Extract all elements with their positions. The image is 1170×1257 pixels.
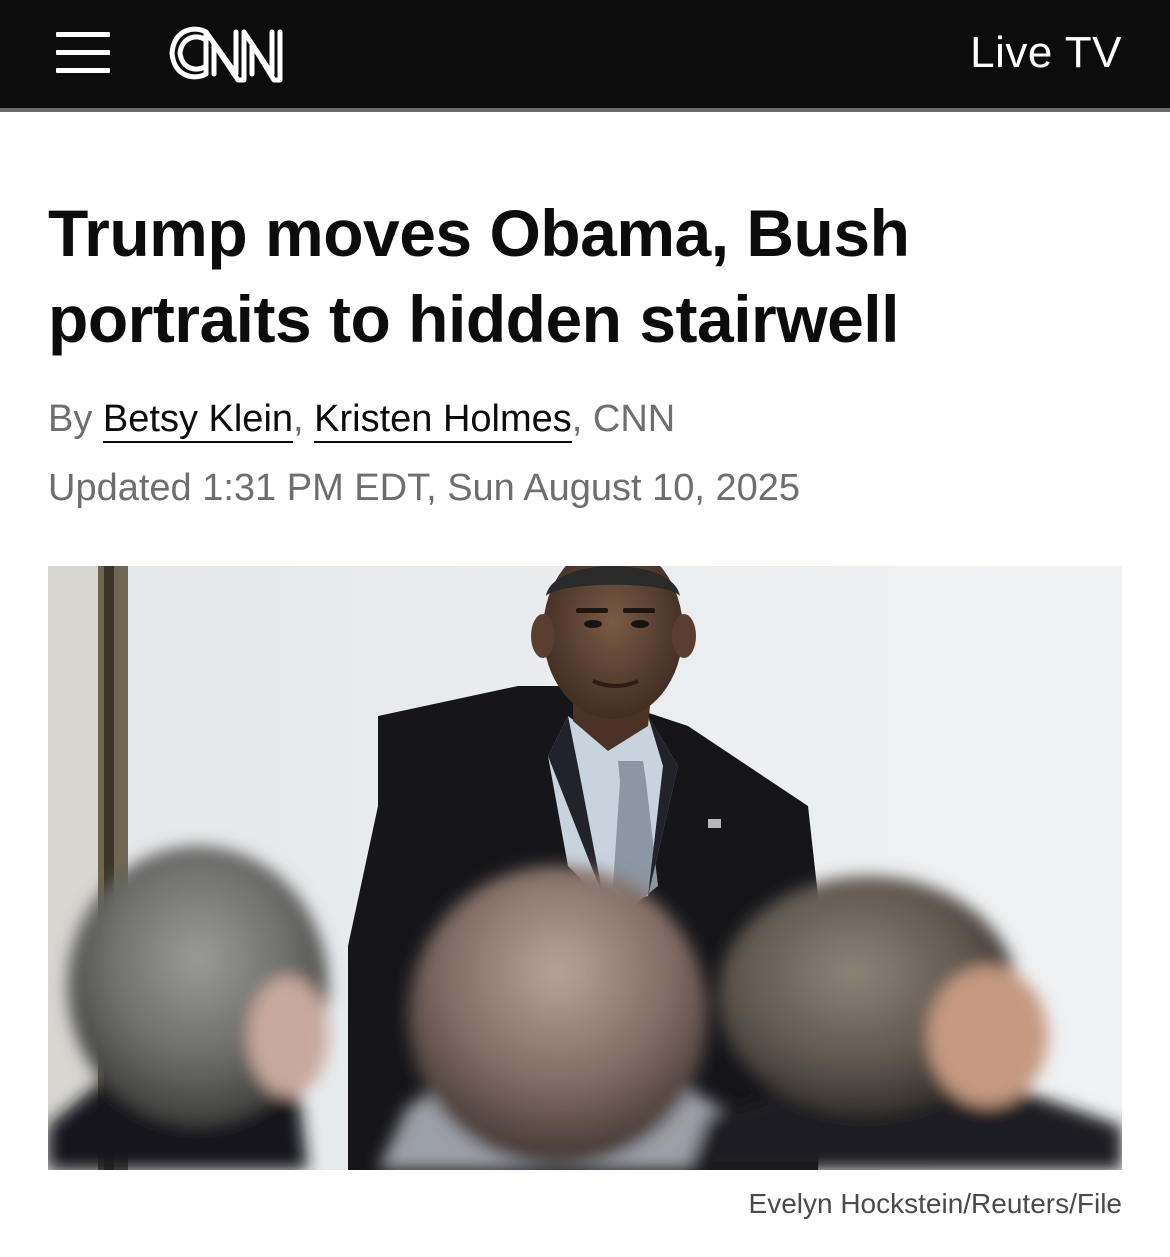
top-navigation-bar: Live TV: [0, 0, 1170, 112]
cnn-logo[interactable]: [166, 20, 308, 86]
byline-separator: ,: [293, 398, 304, 440]
author-link-betsy-klein[interactable]: Betsy Klein: [102, 398, 294, 443]
article-headline: Trump moves Obama, Bush portraits to hid…: [48, 196, 910, 356]
article-updated-timestamp: Updated 1:31 PM EDT, Sun August 10, 2025: [48, 467, 801, 509]
portrait-photo-image: [48, 566, 1122, 1170]
photo-credit: Evelyn Hockstein/Reuters/File: [748, 1188, 1122, 1219]
hamburger-menu-icon[interactable]: [56, 30, 110, 74]
article-lead-photo[interactable]: [48, 566, 1122, 1170]
byline-source: , CNN: [571, 398, 676, 440]
byline-prefix: By: [48, 398, 93, 440]
article-byline: By Betsy Klein, Kristen Holmes, CNN: [48, 394, 675, 444]
author-link-kristen-holmes[interactable]: Kristen Holmes: [314, 398, 572, 443]
live-tv-link[interactable]: Live TV: [970, 26, 1122, 80]
